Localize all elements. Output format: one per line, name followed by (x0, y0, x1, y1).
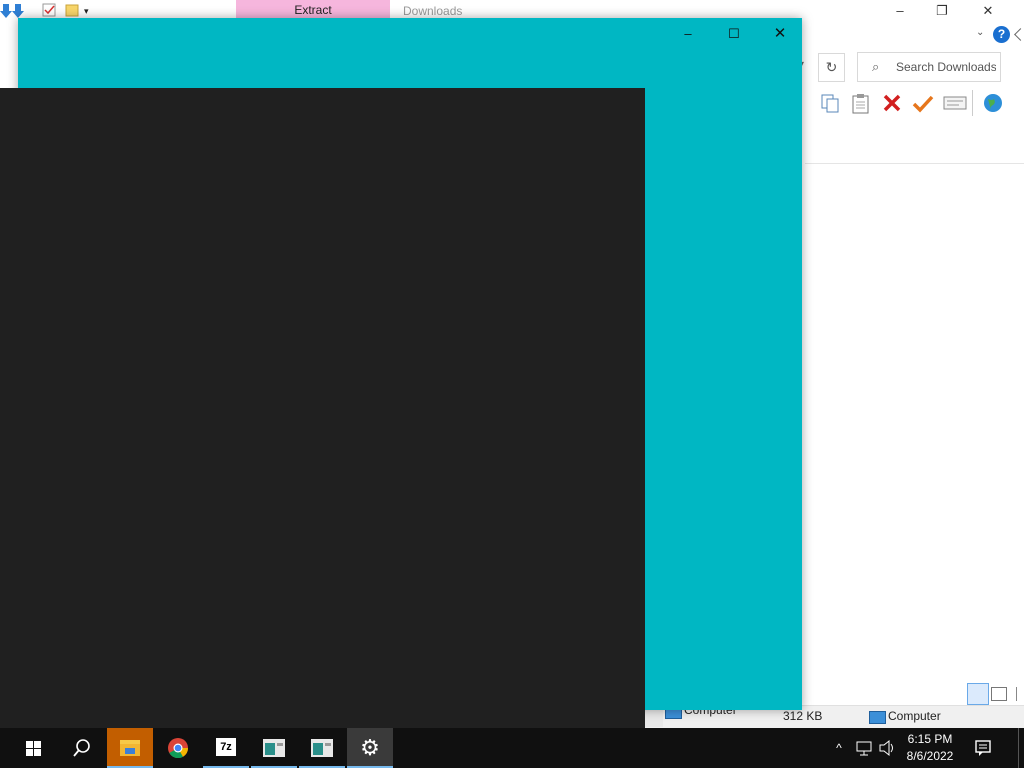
explorer-minimize-button[interactable]: – (877, 2, 923, 20)
ribbon-expand-icon[interactable]: ⌄ (976, 27, 984, 38)
test-checkmark-icon[interactable] (912, 92, 934, 114)
taskbar-settings[interactable]: ⚙ (347, 728, 393, 768)
globe-icon[interactable] (982, 92, 1004, 114)
dark-content-panel[interactable] (0, 88, 645, 728)
explorer-close-button[interactable]: ✕ (965, 2, 1011, 20)
properties-icon[interactable] (42, 3, 56, 17)
search-input[interactable]: ⌕ Search Downloads (857, 52, 1001, 82)
gear-icon: ⚙ (360, 735, 380, 760)
ribbon-divider (805, 163, 1024, 164)
explorer-restore-button[interactable]: ❐ (919, 2, 965, 20)
details-view-icon[interactable] (967, 683, 989, 705)
taskbar-app-a[interactable] (251, 728, 297, 768)
clock-date: 8/6/2022 (906, 749, 954, 763)
search-button[interactable] (58, 728, 104, 768)
network-icon[interactable] (855, 728, 873, 768)
refresh-button[interactable]: ↻ (818, 53, 845, 82)
taskbar-clock[interactable]: 6:15 PM 8/6/2022 (895, 731, 965, 765)
delete-icon[interactable] (881, 92, 903, 114)
window-title: Downloads (403, 4, 463, 18)
toolbar-divider (972, 90, 973, 116)
7zip-icon: 7z (216, 738, 236, 756)
paste-icon[interactable] (850, 92, 872, 114)
taskbar-file-explorer[interactable] (107, 728, 153, 768)
taskbar-7zip[interactable]: 7z (203, 728, 249, 768)
start-button[interactable] (10, 728, 56, 768)
teal-maximize-button[interactable]: ☐ (711, 18, 757, 50)
taskbar-app-b[interactable] (299, 728, 345, 768)
volume-icon[interactable] (878, 728, 896, 768)
action-center-icon[interactable] (973, 728, 993, 768)
taskbar: 7z ⚙ ^ (0, 728, 1024, 768)
large-icons-view-icon[interactable] (991, 687, 1007, 701)
teal-minimize-button[interactable]: – (665, 18, 711, 50)
search-icon: ⌕ (872, 59, 880, 74)
info-card-icon[interactable] (943, 92, 967, 114)
help-icon[interactable]: ? (993, 26, 1010, 43)
status-divider (1016, 687, 1017, 701)
show-desktop-button[interactable] (1018, 728, 1024, 768)
show-hidden-icons-icon[interactable]: ^ (832, 728, 846, 768)
new-folder-icon[interactable] (65, 3, 79, 17)
status-zone: Computer (888, 709, 941, 723)
archive-toolbar (805, 88, 1024, 120)
teal-close-button[interactable]: ✕ (757, 18, 803, 50)
clock-time: 6:15 PM (907, 732, 953, 746)
status-size: 312 KB (783, 709, 823, 723)
taskbar-chrome[interactable] (155, 728, 201, 768)
copy-icon[interactable] (819, 92, 841, 114)
search-placeholder: Search Downloads (896, 60, 996, 74)
ribbon-right-chevron-icon[interactable] (1014, 28, 1024, 41)
computer-icon (869, 711, 886, 724)
tab-extract[interactable]: Extract (236, 0, 390, 19)
